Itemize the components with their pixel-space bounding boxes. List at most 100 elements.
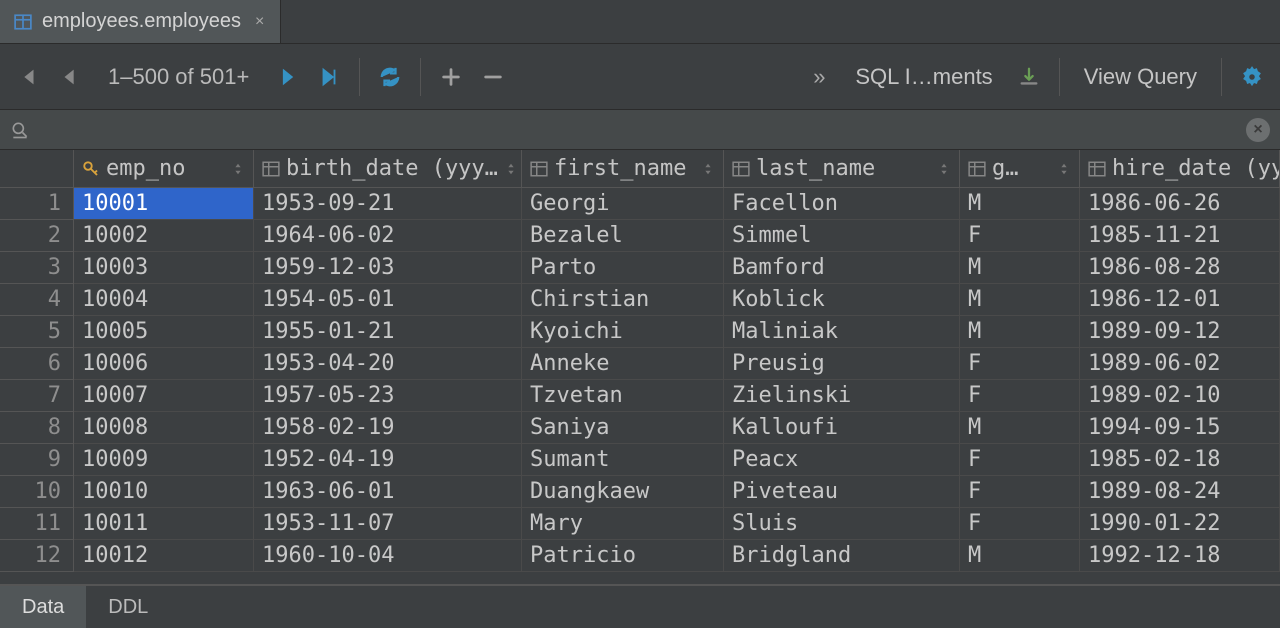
tab-ddl[interactable]: DDL (86, 586, 170, 628)
column-header[interactable]: g… (960, 150, 1080, 188)
cell-gender[interactable]: M (960, 540, 1080, 572)
close-icon[interactable]: × (251, 11, 268, 33)
column-header[interactable]: emp_no (74, 150, 254, 188)
cell-hire_date[interactable]: 1985-11-21 (1080, 220, 1280, 252)
table-row[interactable]: 2100021964-06-02BezalelSimmelF1985-11-21 (0, 220, 1280, 252)
cell-last_name[interactable]: Zielinski (724, 380, 960, 412)
cell-first_name[interactable]: Tzvetan (522, 380, 724, 412)
cell-hire_date[interactable]: 1986-08-28 (1080, 252, 1280, 284)
cell-hire_date[interactable]: 1989-02-10 (1080, 380, 1280, 412)
table-row[interactable]: 5100051955-01-21KyoichiMaliniakM1989-09-… (0, 316, 1280, 348)
cell-hire_date[interactable]: 1986-06-26 (1080, 188, 1280, 220)
table-row[interactable]: 3100031959-12-03PartoBamfordM1986-08-28 (0, 252, 1280, 284)
table-row[interactable]: 11100111953-11-07MarySluisF1990-01-22 (0, 508, 1280, 540)
cell-last_name[interactable]: Bridgland (724, 540, 960, 572)
cell-hire_date[interactable]: 1989-09-12 (1080, 316, 1280, 348)
cell-last_name[interactable]: Koblick (724, 284, 960, 316)
cell-last_name[interactable]: Maliniak (724, 316, 960, 348)
cell-first_name[interactable]: Sumant (522, 444, 724, 476)
cell-gender[interactable]: M (960, 412, 1080, 444)
cell-first_name[interactable]: Bezalel (522, 220, 724, 252)
cell-first_name[interactable]: Anneke (522, 348, 724, 380)
cell-emp_no[interactable]: 10009 (74, 444, 254, 476)
table-row[interactable]: 7100071957-05-23TzvetanZielinskiF1989-02… (0, 380, 1280, 412)
tab-data[interactable]: Data (0, 586, 86, 628)
cell-gender[interactable]: F (960, 380, 1080, 412)
cell-birth_date[interactable]: 1953-04-20 (254, 348, 522, 380)
cell-last_name[interactable]: Piveteau (724, 476, 960, 508)
cell-gender[interactable]: M (960, 316, 1080, 348)
cell-birth_date[interactable]: 1953-09-21 (254, 188, 522, 220)
cell-emp_no[interactable]: 10006 (74, 348, 254, 380)
table-row[interactable]: 1100011953-09-21GeorgiFacellonM1986-06-2… (0, 188, 1280, 220)
cell-gender[interactable]: M (960, 284, 1080, 316)
last-page-button[interactable] (311, 59, 347, 95)
cell-hire_date[interactable]: 1989-08-24 (1080, 476, 1280, 508)
cell-last_name[interactable]: Bamford (724, 252, 960, 284)
cell-hire_date[interactable]: 1994-09-15 (1080, 412, 1280, 444)
remove-row-button[interactable] (475, 59, 511, 95)
cell-last_name[interactable]: Sluis (724, 508, 960, 540)
cell-last_name[interactable]: Preusig (724, 348, 960, 380)
cell-emp_no[interactable]: 10008 (74, 412, 254, 444)
cell-first_name[interactable]: Parto (522, 252, 724, 284)
cell-last_name[interactable]: Kalloufi (724, 412, 960, 444)
first-page-button[interactable] (10, 59, 46, 95)
sql-inserts-button[interactable]: SQL I…ments (843, 64, 1004, 90)
cell-gender[interactable]: F (960, 476, 1080, 508)
cell-birth_date[interactable]: 1955-01-21 (254, 316, 522, 348)
cell-hire_date[interactable]: 1986-12-01 (1080, 284, 1280, 316)
cell-birth_date[interactable]: 1958-02-19 (254, 412, 522, 444)
cell-emp_no[interactable]: 10012 (74, 540, 254, 572)
cell-first_name[interactable]: Duangkaew (522, 476, 724, 508)
add-row-button[interactable] (433, 59, 469, 95)
cell-last_name[interactable]: Simmel (724, 220, 960, 252)
cell-birth_date[interactable]: 1952-04-19 (254, 444, 522, 476)
cell-first_name[interactable]: Kyoichi (522, 316, 724, 348)
next-page-button[interactable] (269, 59, 305, 95)
cell-emp_no[interactable]: 10002 (74, 220, 254, 252)
cell-hire_date[interactable]: 1990-01-22 (1080, 508, 1280, 540)
table-row[interactable]: 4100041954-05-01ChirstianKoblickM1986-12… (0, 284, 1280, 316)
cell-birth_date[interactable]: 1960-10-04 (254, 540, 522, 572)
cell-birth_date[interactable]: 1953-11-07 (254, 508, 522, 540)
table-row[interactable]: 9100091952-04-19SumantPeacxF1985-02-18 (0, 444, 1280, 476)
cell-first_name[interactable]: Chirstian (522, 284, 724, 316)
cell-last_name[interactable]: Facellon (724, 188, 960, 220)
table-row[interactable]: 12100121960-10-04PatricioBridglandM1992-… (0, 540, 1280, 572)
editor-tab[interactable]: employees.employees × (0, 0, 281, 43)
cell-birth_date[interactable]: 1954-05-01 (254, 284, 522, 316)
cell-emp_no[interactable]: 10003 (74, 252, 254, 284)
table-row[interactable]: 10100101963-06-01DuangkaewPiveteauF1989-… (0, 476, 1280, 508)
cell-emp_no[interactable]: 10004 (74, 284, 254, 316)
cell-hire_date[interactable]: 1992-12-18 (1080, 540, 1280, 572)
cell-gender[interactable]: F (960, 508, 1080, 540)
cell-gender[interactable]: M (960, 252, 1080, 284)
table-row[interactable]: 6100061953-04-20AnnekePreusigF1989-06-02 (0, 348, 1280, 380)
column-header[interactable]: first_name (522, 150, 724, 188)
cell-gender[interactable]: F (960, 220, 1080, 252)
cell-first_name[interactable]: Patricio (522, 540, 724, 572)
clear-filter-button[interactable]: × (1246, 118, 1270, 142)
cell-gender[interactable]: F (960, 444, 1080, 476)
cell-hire_date[interactable]: 1989-06-02 (1080, 348, 1280, 380)
column-header[interactable]: hire_date (yy (1080, 150, 1280, 188)
cell-birth_date[interactable]: 1963-06-01 (254, 476, 522, 508)
cell-hire_date[interactable]: 1985-02-18 (1080, 444, 1280, 476)
cell-emp_no[interactable]: 10005 (74, 316, 254, 348)
cell-emp_no[interactable]: 10010 (74, 476, 254, 508)
more-actions-button[interactable]: » (801, 59, 837, 95)
cell-first_name[interactable]: Mary (522, 508, 724, 540)
cell-gender[interactable]: M (960, 188, 1080, 220)
column-header[interactable]: birth_date (yyy… (254, 150, 522, 188)
settings-button[interactable] (1234, 59, 1270, 95)
cell-first_name[interactable]: Saniya (522, 412, 724, 444)
cell-emp_no[interactable]: 10011 (74, 508, 254, 540)
cell-birth_date[interactable]: 1959-12-03 (254, 252, 522, 284)
cell-last_name[interactable]: Peacx (724, 444, 960, 476)
filter-input[interactable] (40, 110, 1236, 149)
view-query-button[interactable]: View Query (1072, 64, 1209, 90)
cell-gender[interactable]: F (960, 348, 1080, 380)
table-row[interactable]: 8100081958-02-19SaniyaKalloufiM1994-09-1… (0, 412, 1280, 444)
cell-birth_date[interactable]: 1964-06-02 (254, 220, 522, 252)
